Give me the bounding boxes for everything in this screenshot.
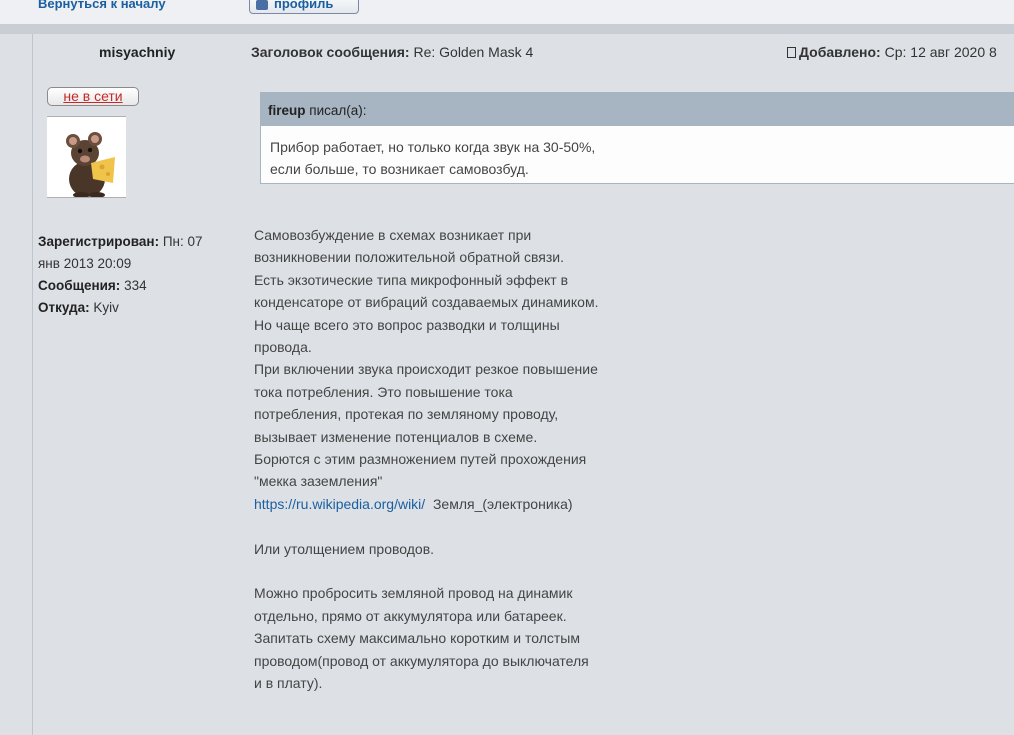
quote-line: если больше, то возникает самовозбуд. bbox=[270, 161, 529, 177]
avatar bbox=[47, 116, 126, 198]
body-line: вызывает изменение потенциалов в схеме. bbox=[254, 428, 538, 445]
body-line: Или утолщением проводов. bbox=[254, 540, 435, 557]
online-status-badge: не в сети bbox=[47, 87, 139, 106]
body-line: возникновении положительной обратной свя… bbox=[254, 249, 565, 266]
body-line: тока потребления. Это повышение тока bbox=[254, 383, 513, 400]
quote-line: Прибор работает, но только когда звук на… bbox=[270, 139, 596, 155]
post-date: Добавлено: Ср: 12 авг 2020 8 bbox=[787, 44, 997, 60]
body-line: Запитать схему максимально коротким и то… bbox=[254, 630, 580, 647]
body-line: потребления, протекая по земляному прово… bbox=[254, 406, 559, 423]
post-separator bbox=[0, 24, 1014, 34]
profile-button-label: профиль bbox=[274, 0, 334, 11]
subject-text: Re: Golden Mask 4 bbox=[413, 44, 534, 60]
quote-author: fireup bbox=[268, 103, 306, 118]
body-line: При включении звука происходит резкое по… bbox=[254, 361, 598, 378]
link-line: https://ru.wikipedia.org/wiki/ Земля_(эл… bbox=[254, 493, 674, 515]
profile-icon bbox=[256, 0, 268, 10]
subject-label: Заголовок сообщения: bbox=[251, 44, 410, 60]
quote-block: fireup писал(а): Прибор работает, но тол… bbox=[260, 92, 1014, 184]
author-info: Зарегистрирован: Пн: 07 янв 2013 20:09 С… bbox=[38, 231, 228, 319]
body-line: "мекка заземления" bbox=[254, 473, 383, 490]
link-suffix: Земля_(электроника) bbox=[425, 495, 573, 512]
post-subject: Заголовок сообщения: Re: Golden Mask 4 bbox=[251, 44, 533, 60]
location-label: Откуда: bbox=[38, 300, 90, 315]
body-line: отдельно, прямо от аккумулятора или бата… bbox=[254, 607, 567, 624]
location-value: Kyiv bbox=[93, 300, 119, 315]
posts-row: Сообщения: 334 bbox=[38, 275, 228, 297]
wikipedia-link[interactable]: https://ru.wikipedia.org/wiki/ bbox=[254, 496, 425, 512]
body-line: Самовозбуждение в схемах возникает при bbox=[254, 227, 532, 243]
post-body: Самовозбуждение в схемах возникает при в… bbox=[254, 224, 674, 695]
quote-header: fireup писал(а): bbox=[260, 92, 1014, 126]
quote-wrote: писал(а): bbox=[309, 103, 367, 118]
location-row: Откуда: Kyiv bbox=[38, 297, 228, 319]
back-to-top-link[interactable]: Вернуться к началу bbox=[38, 0, 166, 11]
body-line: Можно пробросить земляной провод на дина… bbox=[254, 585, 573, 602]
post-link-icon[interactable] bbox=[787, 47, 796, 58]
rat-avatar-icon bbox=[47, 117, 126, 197]
registered-row: Зарегистрирован: Пн: 07 янв 2013 20:09 bbox=[38, 231, 228, 275]
body-line: конденсаторе от вибраций создаваемых дин… bbox=[254, 294, 599, 311]
body-line: Есть экзотические типа микрофонный эффек… bbox=[254, 271, 569, 288]
profile-button[interactable]: профиль bbox=[249, 0, 359, 14]
registered-label: Зарегистрирован: bbox=[38, 234, 160, 249]
posts-label: Сообщения: bbox=[38, 278, 121, 293]
posted-label: Добавлено: bbox=[799, 44, 881, 60]
top-bar: Вернуться к началу профиль bbox=[0, 0, 1014, 24]
posts-value: 334 bbox=[124, 278, 147, 293]
post-author[interactable]: misyachniy bbox=[99, 44, 175, 60]
body-line: Но чаще всего это вопрос разводки и толщ… bbox=[254, 316, 560, 333]
body-line: проводом(провод от аккумулятора до выклю… bbox=[254, 652, 589, 669]
body-line: и в плату). bbox=[254, 675, 323, 692]
posted-date-text: Ср: 12 авг 2020 8 bbox=[884, 44, 997, 60]
body-line: Борются с этим размножением путей прохож… bbox=[254, 451, 587, 468]
quote-body: Прибор работает, но только когда звук на… bbox=[260, 126, 1014, 184]
body-line: провода. bbox=[254, 339, 312, 356]
